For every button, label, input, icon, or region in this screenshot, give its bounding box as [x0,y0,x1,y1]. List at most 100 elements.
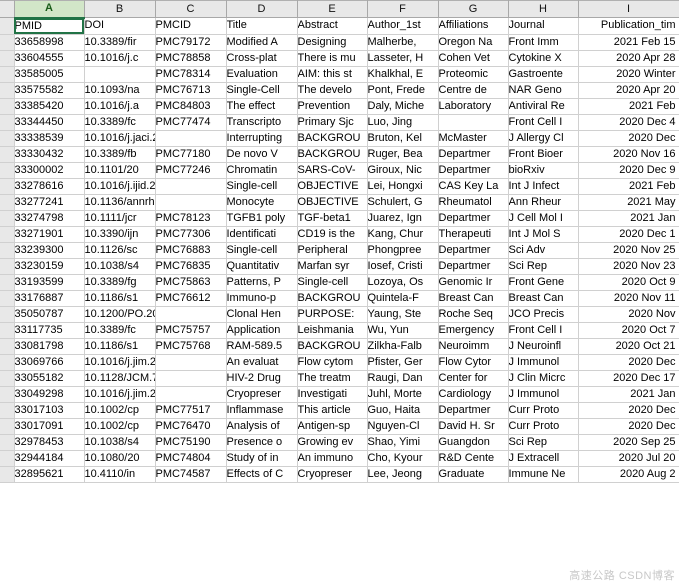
cell-B17[interactable]: 10.3389/fg [84,274,156,291]
cell-F5[interactable]: Pont, Frede [367,82,439,99]
cell-C15[interactable]: PMC76883 [155,242,227,259]
table-row[interactable]: 33274798 10.1111/jcr PMC78123 TGFB1 poly TGF… [0,210,679,227]
cell-I5[interactable]: 2020 Apr 20 [578,82,679,99]
cell-H2[interactable]: Front Imm [508,34,579,51]
cell-E27[interactable]: Growing ev [297,434,368,451]
row-header[interactable] [0,130,15,147]
cell-G2[interactable]: Oregon Na [438,34,509,51]
cell-H26[interactable]: Curr Proto [508,418,579,435]
cell-I29[interactable]: 2020 Aug 2 [578,466,679,483]
cell-B11[interactable]: 10.1016/j.ijid.2020.11. [84,178,156,195]
cell-F22[interactable]: Pfister, Ger [367,354,439,371]
cell-D6[interactable]: The effect [226,98,298,115]
cell-B29[interactable]: 10.4110/in [84,466,156,483]
cell-B21[interactable]: 10.1186/s1 [84,338,156,355]
cell-F14[interactable]: Kang, Chur [367,226,439,243]
cell-A26[interactable]: 33017091 [14,418,85,435]
cell-G5[interactable]: Centre de [438,82,509,99]
cell-C1[interactable]: PMCID [155,17,227,35]
cell-I21[interactable]: 2020 Oct 21 [578,338,679,355]
cell-G3[interactable]: Cohen Vet [438,50,509,67]
column-header-D[interactable]: D [226,0,298,18]
cell-E29[interactable]: Cryopreser [297,466,368,483]
row-header[interactable] [0,450,15,467]
table-row[interactable]: 32944184 10.1080/20 PMC74804 Study of in An … [0,450,679,467]
cell-H7[interactable]: Front Cell I [508,114,579,131]
cell-A18[interactable]: 33176887 [14,290,85,307]
cell-A11[interactable]: 33278616 [14,178,85,195]
cell-G19[interactable]: Roche Seq [438,306,509,323]
cell-F7[interactable]: Luo, Jing [367,114,439,131]
cell-C13[interactable]: PMC78123 [155,210,227,227]
cell-C8[interactable] [155,130,227,147]
cell-F24[interactable]: Juhl, Morte [367,386,439,403]
row-header[interactable] [0,434,15,451]
cell-G28[interactable]: R&D Cente [438,450,509,467]
cell-E22[interactable]: Flow cytom [297,354,368,371]
row-header[interactable] [0,466,15,483]
cell-A28[interactable]: 32944184 [14,450,85,467]
cell-I16[interactable]: 2020 Nov 23 [578,258,679,275]
cell-D13[interactable]: TGFB1 poly [226,210,298,227]
cell-E20[interactable]: Leishmania [297,322,368,339]
cell-I25[interactable]: 2020 Dec [578,402,679,419]
cell-D12[interactable]: Monocyte [226,194,298,211]
row-header[interactable] [0,242,15,259]
cell-B7[interactable]: 10.3389/fc [84,114,156,131]
cell-F21[interactable]: Zilkha-Falb [367,338,439,355]
cell-G29[interactable]: Graduate [438,466,509,483]
cell-H4[interactable]: Gastroente [508,66,579,83]
table-row[interactable]: 32978453 10.1038/s4 PMC75190 Presence o Grow… [0,434,679,451]
row-header[interactable] [0,66,15,83]
row-header[interactable] [0,82,15,99]
cell-I20[interactable]: 2020 Oct 7 [578,322,679,339]
table-row[interactable]: 33575582 10.1093/na PMC76713 Single-Cell The… [0,82,679,99]
table-row[interactable]: 3305518210.1128/JCM.77724 HIV-2 DrugThe t… [0,370,679,387]
cell-C23[interactable] [155,370,227,387]
cell-C17[interactable]: PMC75863 [155,274,227,291]
column-header-H[interactable]: H [508,0,579,18]
cell-A1[interactable]: PMID [14,17,85,35]
cell-G4[interactable]: Proteomic [438,66,509,83]
cell-C6[interactable]: PMC84803 [155,98,227,115]
cell-H3[interactable]: Cytokine X [508,50,579,67]
row-header[interactable] [0,370,15,387]
cell-H21[interactable]: J Neuroinfl [508,338,579,355]
cell-E23[interactable]: The treatm [297,370,368,387]
cell-D7[interactable]: Transcripto [226,114,298,131]
cell-H6[interactable]: Antiviral Re [508,98,579,115]
table-row[interactable]: 33344450 10.3389/fc PMC77474 Transcripto Pri… [0,114,679,131]
cell-C26[interactable]: PMC76470 [155,418,227,435]
cell-H20[interactable]: Front Cell I [508,322,579,339]
cell-A23[interactable]: 33055182 [14,370,85,387]
cell-B8[interactable]: 10.1016/j.jaci.2020.11. [84,130,156,147]
cell-A17[interactable]: 33193599 [14,274,85,291]
cell-A6[interactable]: 33385420 [14,98,85,115]
cell-A19[interactable]: 35050787 [14,306,85,323]
cell-C27[interactable]: PMC75190 [155,434,227,451]
column-header-B[interactable]: B [84,0,156,18]
cell-D19[interactable]: Clonal Hen [226,306,298,323]
row-header[interactable] [0,226,15,243]
cell-G26[interactable]: David H. Sr [438,418,509,435]
cell-C21[interactable]: PMC75768 [155,338,227,355]
cell-E10[interactable]: SARS-CoV- [297,162,368,179]
cell-D29[interactable]: Effects of C [226,466,298,483]
cell-E26[interactable]: Antigen-sp [297,418,368,435]
cell-H1[interactable]: Journal [508,17,579,35]
cell-G25[interactable]: Departmer [438,402,509,419]
row-header[interactable] [0,50,15,67]
cell-D2[interactable]: Modified A [226,34,298,51]
row-header[interactable] [0,290,15,307]
cell-D18[interactable]: Immuno-p [226,290,298,307]
cell-E21[interactable]: BACKGROU [297,338,368,355]
cell-F18[interactable]: Quintela-F [367,290,439,307]
cell-I6[interactable]: 2021 Feb [578,98,679,115]
cell-I13[interactable]: 2021 Jan [578,210,679,227]
cell-C2[interactable]: PMC79172 [155,34,227,51]
cell-E25[interactable]: This article [297,402,368,419]
cell-E19[interactable]: PURPOSE: [297,306,368,323]
cell-F29[interactable]: Lee, Jeong [367,466,439,483]
row-header[interactable] [0,194,15,211]
cell-H8[interactable]: J Allergy Cl [508,130,579,147]
